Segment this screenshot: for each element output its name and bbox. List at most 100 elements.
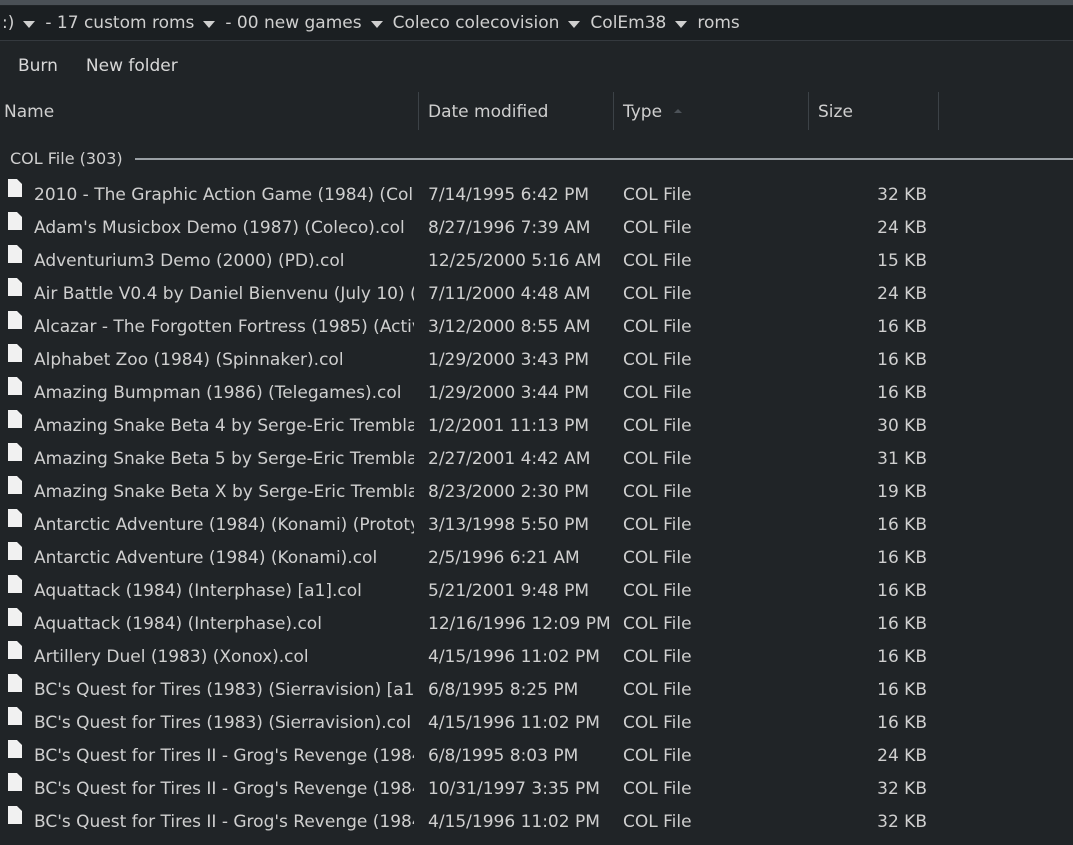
column-header-name[interactable]: Name xyxy=(0,92,419,130)
file-row[interactable]: Adventurium3 Demo (2000) (PD).col 12/25/2… xyxy=(0,245,1073,278)
file-name: Amazing Snake Beta 4 by Serge-Eric Tremb… xyxy=(34,416,414,436)
file-row[interactable]: 2010 - The Graphic Action Game (1984) (C… xyxy=(0,179,1073,212)
file-date: 7/14/1995 6:42 PM xyxy=(428,185,590,205)
chevron-down-icon[interactable] xyxy=(23,20,36,28)
chevron-down-icon[interactable] xyxy=(370,20,383,28)
file-row[interactable]: Amazing Snake Beta 4 by Serge-Eric Tremb… xyxy=(0,410,1073,443)
file-type: COL File xyxy=(623,746,692,766)
file-row[interactable]: Aquattack (1984) (Interphase) [a1].col 5/… xyxy=(0,575,1073,608)
file-icon xyxy=(8,245,22,263)
file-type: COL File xyxy=(623,548,692,568)
file-type: COL File xyxy=(623,383,692,403)
file-size: 16 KB xyxy=(877,581,927,601)
file-icon xyxy=(8,542,22,560)
file-row[interactable]: Artillery Duel (1983) (Xonox).col 4/15/19… xyxy=(0,641,1073,674)
new-folder-button[interactable]: New folder xyxy=(72,56,192,76)
file-date: 4/15/1996 11:02 PM xyxy=(428,713,600,733)
file-row[interactable]: BC's Quest for Tires II - Grog's Revenge… xyxy=(0,773,1073,806)
file-type: COL File xyxy=(623,680,692,700)
file-date: 10/31/1997 3:35 PM xyxy=(428,779,600,799)
file-size: 16 KB xyxy=(877,317,927,337)
breadcrumb-item[interactable]: :) xyxy=(0,13,16,33)
file-size: 19 KB xyxy=(877,482,927,502)
file-size: 16 KB xyxy=(877,548,927,568)
sort-ascending-icon xyxy=(674,109,683,113)
file-size: 24 KB xyxy=(877,284,927,304)
file-row[interactable]: Amazing Snake Beta X by Serge-Eric Tremb… xyxy=(0,476,1073,509)
file-name: BC's Quest for Tires II - Grog's Revenge… xyxy=(34,779,414,799)
breadcrumb-item[interactable]: roms xyxy=(695,13,741,33)
file-icon xyxy=(8,278,22,296)
file-name: BC's Quest for Tires (1983) (Sierravisio… xyxy=(34,680,414,700)
chevron-down-icon[interactable] xyxy=(568,20,581,28)
column-header-size[interactable]: Size xyxy=(809,92,939,130)
file-row[interactable]: Amazing Snake Beta 5 by Serge-Eric Tremb… xyxy=(0,443,1073,476)
file-row[interactable]: BC's Quest for Tires II - Grog's Revenge… xyxy=(0,806,1073,839)
file-name: Artillery Duel (1983) (Xonox).col xyxy=(34,647,309,667)
file-date: 12/25/2000 5:16 AM xyxy=(428,251,602,271)
file-size: 32 KB xyxy=(877,779,927,799)
file-row[interactable]: Alphabet Zoo (1984) (Spinnaker).col 1/29/… xyxy=(0,344,1073,377)
file-size: 30 KB xyxy=(877,416,927,436)
group-header[interactable]: COL File (303) xyxy=(0,142,1073,174)
file-list: 2010 - The Graphic Action Game (1984) (C… xyxy=(0,179,1073,839)
file-size: 24 KB xyxy=(877,746,927,766)
file-size: 32 KB xyxy=(877,812,927,832)
breadcrumb-item[interactable]: Coleco colecovision xyxy=(391,13,562,33)
file-icon xyxy=(8,641,22,659)
column-header-date[interactable]: Date modified xyxy=(419,92,614,130)
command-bar: Burn New folder xyxy=(0,41,1073,91)
burn-button[interactable]: Burn xyxy=(0,56,72,76)
file-row[interactable]: Antarctic Adventure (1984) (Konami).col 2… xyxy=(0,542,1073,575)
column-header-size-label: Size xyxy=(818,102,853,122)
column-header-type[interactable]: Type xyxy=(614,92,809,130)
file-size: 16 KB xyxy=(877,350,927,370)
file-row[interactable]: Air Battle V0.4 by Daniel Bienvenu (July… xyxy=(0,278,1073,311)
file-row[interactable]: BC's Quest for Tires (1983) (Sierravisio… xyxy=(0,707,1073,740)
file-name: BC's Quest for Tires II - Grog's Revenge… xyxy=(34,746,414,766)
file-name: Adventurium3 Demo (2000) (PD).col xyxy=(34,251,345,271)
file-icon xyxy=(8,179,22,197)
chevron-down-icon[interactable] xyxy=(203,20,216,28)
file-type: COL File xyxy=(623,713,692,733)
file-icon xyxy=(8,509,22,527)
file-row[interactable]: Aquattack (1984) (Interphase).col 12/16/1… xyxy=(0,608,1073,641)
file-type: COL File xyxy=(623,251,692,271)
file-type: COL File xyxy=(623,449,692,469)
file-type: COL File xyxy=(623,482,692,502)
file-icon xyxy=(8,575,22,593)
file-icon xyxy=(8,377,22,395)
file-row[interactable]: Antarctic Adventure (1984) (Konami) (Pro… xyxy=(0,509,1073,542)
file-date: 4/15/1996 11:02 PM xyxy=(428,812,600,832)
file-date: 1/29/2000 3:44 PM xyxy=(428,383,590,403)
file-date: 1/2/2001 11:13 PM xyxy=(428,416,590,436)
file-size: 16 KB xyxy=(877,713,927,733)
breadcrumb-item[interactable]: ColEm38 xyxy=(588,13,668,33)
file-name: BC's Quest for Tires II - Grog's Revenge… xyxy=(34,812,414,832)
file-size: 32 KB xyxy=(877,185,927,205)
column-header-type-label: Type xyxy=(623,102,663,122)
breadcrumb-item[interactable]: - 17 custom roms xyxy=(43,13,196,33)
breadcrumb-item[interactable]: - 00 new games xyxy=(223,13,363,33)
file-icon xyxy=(8,707,22,725)
file-size: 16 KB xyxy=(877,647,927,667)
file-size: 16 KB xyxy=(877,383,927,403)
file-row[interactable]: Alcazar - The Forgotten Fortress (1985) … xyxy=(0,311,1073,344)
column-header-row: Name Date modified Type Size xyxy=(0,92,1073,130)
file-name: Adam's Musicbox Demo (1987) (Coleco).col xyxy=(34,218,405,238)
file-name: Amazing Snake Beta 5 by Serge-Eric Tremb… xyxy=(34,449,414,469)
file-size: 16 KB xyxy=(877,680,927,700)
file-icon xyxy=(8,344,22,362)
file-icon xyxy=(8,476,22,494)
column-header-name-label: Name xyxy=(4,102,55,122)
chevron-down-icon[interactable] xyxy=(675,20,688,28)
file-type: COL File xyxy=(623,284,692,304)
file-row[interactable]: BC's Quest for Tires II - Grog's Revenge… xyxy=(0,740,1073,773)
file-date: 3/12/2000 8:55 AM xyxy=(428,317,591,337)
file-row[interactable]: Adam's Musicbox Demo (1987) (Coleco).col… xyxy=(0,212,1073,245)
file-icon xyxy=(8,740,22,758)
file-row[interactable]: BC's Quest for Tires (1983) (Sierravisio… xyxy=(0,674,1073,707)
file-name: BC's Quest for Tires (1983) (Sierravisio… xyxy=(34,713,412,733)
file-icon xyxy=(8,608,22,626)
file-row[interactable]: Amazing Bumpman (1986) (Telegames).col 1/… xyxy=(0,377,1073,410)
